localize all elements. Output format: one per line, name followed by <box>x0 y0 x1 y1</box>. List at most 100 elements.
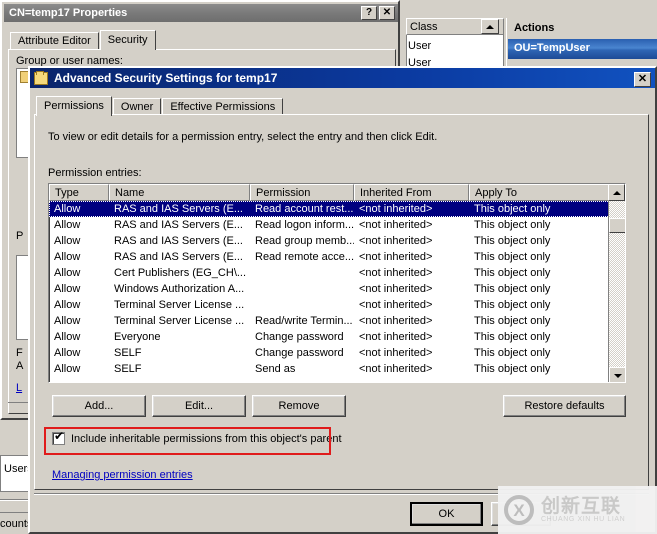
listview-column-header-permission[interactable]: Permission <box>250 184 354 201</box>
include-inheritable-permissions-checkbox[interactable]: Include inheritable permissions from thi… <box>52 432 342 445</box>
cell-name: RAS and IAS Servers (E... <box>109 217 250 233</box>
cell-apply_to: This object only <box>469 345 610 361</box>
cell-name: SELF <box>109 345 250 361</box>
remove-button[interactable]: Remove <box>252 395 346 417</box>
cell-type: Allow <box>49 297 109 313</box>
listview-sort-button[interactable] <box>608 184 625 201</box>
properties-learn-link[interactable]: L <box>16 382 22 394</box>
cell-permission <box>250 297 354 313</box>
permissions-for-label: P <box>16 230 23 242</box>
cell-type: Allow <box>49 265 109 281</box>
listview-body: AllowRAS and IAS Servers (E...Read accou… <box>49 201 610 377</box>
advanced-dialog-titlebar[interactable]: Advanced Security Settings for temp17 <box>30 68 655 88</box>
cell-apply_to: This object only <box>469 201 610 217</box>
listview-header-row: TypeNamePermissionInherited FromApply To <box>49 184 626 201</box>
cell-apply_to: This object only <box>469 233 610 249</box>
table-row[interactable]: AllowSELFSend as<not inherited>This obje… <box>49 361 610 377</box>
watermark-chinese-text: 创新互联 <box>541 497 625 517</box>
cell-name: SELF <box>109 361 250 377</box>
cell-name: RAS and IAS Servers (E... <box>109 249 250 265</box>
scrollbar-thumb[interactable] <box>609 218 626 233</box>
cell-inherited_from: <not inherited> <box>354 313 469 329</box>
cell-name: Terminal Server License ... <box>109 297 250 313</box>
table-row[interactable]: AllowCert Publishers (EG_CH\...<not inhe… <box>49 265 610 281</box>
restore-defaults-button[interactable]: Restore defaults <box>503 395 626 417</box>
cell-permission: Read/write Termin... <box>250 313 354 329</box>
ok-button[interactable]: OK <box>410 502 483 526</box>
cell-inherited_from: <not inherited> <box>354 281 469 297</box>
cell-inherited_from: <not inherited> <box>354 201 469 217</box>
table-row[interactable]: AllowRAS and IAS Servers (E...Read remot… <box>49 249 610 265</box>
tab-security[interactable]: Security <box>100 30 156 50</box>
cell-name: Everyone <box>109 329 250 345</box>
cell-permission: Read account rest... <box>250 201 354 217</box>
cell-permission: Send as <box>250 361 354 377</box>
listview-column-header-apply-to[interactable]: Apply To <box>469 184 610 201</box>
actions-item-ou-tempuser[interactable]: OU=TempUser <box>508 39 657 59</box>
scroll-down-button[interactable] <box>609 367 626 383</box>
table-row[interactable]: AllowTerminal Server License ...Read/wri… <box>49 313 610 329</box>
special-permissions-label: F <box>16 347 23 359</box>
cell-name: Windows Authorization A... <box>109 281 250 297</box>
mmc-divider-3 <box>0 512 28 513</box>
cell-apply_to: This object only <box>469 361 610 377</box>
permission-entries-label: Permission entries: <box>48 167 142 179</box>
cell-inherited_from: <not inherited> <box>354 233 469 249</box>
table-row[interactable]: AllowEveryoneChange password<not inherit… <box>49 329 610 345</box>
cell-inherited_from: <not inherited> <box>354 345 469 361</box>
cell-permission <box>250 281 354 297</box>
managing-permission-entries-link[interactable]: Managing permission entries <box>52 469 193 481</box>
instruction-text: To view or edit details for a permission… <box>48 131 437 143</box>
table-row[interactable]: AllowWindows Authorization A...<not inhe… <box>49 281 610 297</box>
edit-button[interactable]: Edit... <box>152 395 246 417</box>
cell-type: Allow <box>49 329 109 345</box>
close-icon[interactable]: ✕ <box>379 6 395 20</box>
cell-apply_to: This object only <box>469 249 610 265</box>
actions-pane-title: Actions <box>508 19 657 38</box>
cell-permission <box>250 265 354 281</box>
screen-root: Class User User Actions OU=TempUser User… <box>0 0 657 534</box>
table-row[interactable]: AllowSELFChange password<not inherited>T… <box>49 345 610 361</box>
properties-titlebar[interactable]: CN=temp17 Properties ? ✕ <box>4 4 398 22</box>
folder-icon <box>34 72 48 85</box>
table-row[interactable]: AllowRAS and IAS Servers (E...Read logon… <box>49 217 610 233</box>
tab-permissions[interactable]: Permissions <box>36 96 112 116</box>
listview-scrollbar[interactable] <box>608 201 625 383</box>
cell-apply_to: This object only <box>469 265 610 281</box>
cell-inherited_from: <not inherited> <box>354 361 469 377</box>
advanced-tabstrip: Permissions Owner Effective Permissions <box>36 96 284 116</box>
tab-attribute-editor[interactable]: Attribute Editor <box>10 32 99 50</box>
permission-entries-listview[interactable]: TypeNamePermissionInherited FromApply To… <box>48 183 626 383</box>
chevron-up-icon <box>613 191 621 195</box>
mmc-row-class-0[interactable]: User <box>408 40 431 52</box>
cell-permission: Read group memb... <box>250 233 354 249</box>
cell-type: Allow <box>49 361 109 377</box>
listview-column-header-name[interactable]: Name <box>109 184 250 201</box>
checkbox-indicator[interactable] <box>52 432 65 445</box>
close-icon[interactable]: ✕ <box>634 72 651 87</box>
cell-name: Cert Publishers (EG_CH\... <box>109 265 250 281</box>
cell-apply_to: This object only <box>469 281 610 297</box>
listview-column-header-inherited-from[interactable]: Inherited From <box>354 184 469 201</box>
cell-apply_to: This object only <box>469 217 610 233</box>
cell-type: Allow <box>49 249 109 265</box>
table-row[interactable]: AllowTerminal Server License ...<not inh… <box>49 297 610 313</box>
cell-type: Allow <box>49 233 109 249</box>
cell-inherited_from: <not inherited> <box>354 329 469 345</box>
cell-name: RAS and IAS Servers (E... <box>109 233 250 249</box>
mmc-column-sort-button[interactable] <box>481 19 499 34</box>
checkbox-label: Include inheritable permissions from thi… <box>71 433 342 445</box>
chevron-up-icon <box>486 25 494 29</box>
help-button[interactable]: ? <box>361 6 377 20</box>
chevron-down-icon <box>614 374 622 378</box>
cell-type: Allow <box>49 217 109 233</box>
cell-inherited_from: <not inherited> <box>354 217 469 233</box>
cell-permission: Change password <box>250 329 354 345</box>
table-row[interactable]: AllowRAS and IAS Servers (E...Read accou… <box>49 201 610 217</box>
cell-type: Allow <box>49 201 109 217</box>
cell-permission: Read logon inform... <box>250 217 354 233</box>
listview-column-header-type[interactable]: Type <box>49 184 109 201</box>
add-button[interactable]: Add... <box>52 395 146 417</box>
table-row[interactable]: AllowRAS and IAS Servers (E...Read group… <box>49 233 610 249</box>
properties-title-text: CN=temp17 Properties <box>9 7 127 19</box>
